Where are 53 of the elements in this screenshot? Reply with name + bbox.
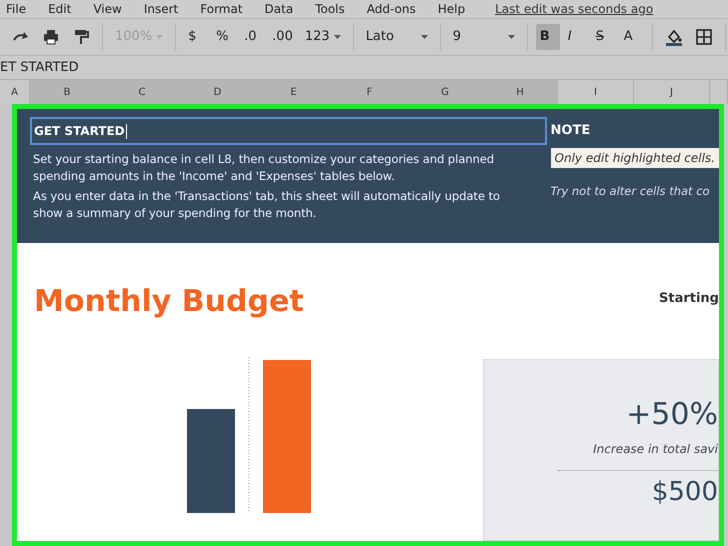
format-button[interactable]: $ xyxy=(184,24,208,50)
menu-item[interactable]: Add-ons xyxy=(366,3,416,15)
starting-label: Starting xyxy=(659,290,719,308)
intro-paragraph: As you enter data in the 'Transactions' tab, this sheet will automatically update to show a summary of your spending for the month. xyxy=(33,188,501,222)
percent-value: +50% xyxy=(626,400,718,430)
format-button[interactable]: .00 xyxy=(268,24,297,50)
bold-button[interactable]: B xyxy=(536,24,560,50)
menu-item[interactable]: Help xyxy=(438,3,466,15)
dropdown-value: 9 xyxy=(452,28,461,46)
column-header[interactable]: B xyxy=(30,80,105,104)
format-button[interactable]: A xyxy=(620,24,644,50)
borders-icon[interactable] xyxy=(694,28,713,46)
column-header[interactable]: G xyxy=(408,80,483,104)
column-header[interactable]: F xyxy=(332,80,408,104)
print-icon[interactable] xyxy=(42,28,60,46)
caret-icon xyxy=(334,35,341,39)
dropdown-value: 123 xyxy=(304,28,330,46)
column-header[interactable]: C xyxy=(105,80,180,104)
italic-button[interactable]: I xyxy=(564,24,588,50)
column-header[interactable]: D xyxy=(180,80,256,104)
menu-item[interactable]: Data xyxy=(264,3,294,15)
menu-item[interactable]: Insert xyxy=(144,3,178,15)
amount-value: $500 xyxy=(652,478,718,504)
cell-text: GET STARTED xyxy=(34,123,125,140)
dropdown[interactable]: 123 xyxy=(300,24,345,50)
menu-item[interactable]: File xyxy=(6,3,26,15)
format-button[interactable]: % xyxy=(212,24,236,50)
last-edit-link[interactable]: Last edit was seconds ago xyxy=(495,3,654,15)
column-header[interactable]: E xyxy=(256,80,332,104)
text-cursor xyxy=(126,124,127,138)
note-text: Try not to alter cells that co xyxy=(550,183,711,200)
column-header[interactable]: H xyxy=(483,80,558,104)
format-button[interactable]: .0 xyxy=(240,24,264,50)
note-highlight: Only edit highlighted cells. xyxy=(550,148,719,168)
menu-item[interactable]: Tools xyxy=(315,3,345,15)
menu-item[interactable]: Format xyxy=(200,3,243,15)
dropdown[interactable]: Lato xyxy=(362,24,432,50)
dropdown-value: Lato xyxy=(366,28,394,46)
paint-bucket-icon[interactable] xyxy=(664,28,683,46)
caret-icon xyxy=(420,35,428,39)
strike-button[interactable]: S xyxy=(592,24,616,50)
dropdown[interactable]: 9 xyxy=(448,24,519,50)
editing-cell[interactable]: GET STARTED xyxy=(30,117,547,145)
paint-roller-icon[interactable] xyxy=(72,28,90,46)
caret-icon xyxy=(156,35,164,39)
budget-title: Monthly Budget xyxy=(34,287,305,317)
menu-item[interactable]: View xyxy=(93,3,122,15)
note-title: NOTE xyxy=(550,122,592,140)
formula-bar-value: ET STARTED xyxy=(0,58,79,77)
menu-item[interactable]: Edit xyxy=(48,3,72,15)
summary-caption: Increase in total savi xyxy=(593,440,718,458)
intro-paragraph: Set your starting balance in cell L8, then customize your categories and planned spending amounts in the 'Income' and 'Expenses' tables below. xyxy=(33,151,495,185)
caret-icon xyxy=(508,35,515,39)
